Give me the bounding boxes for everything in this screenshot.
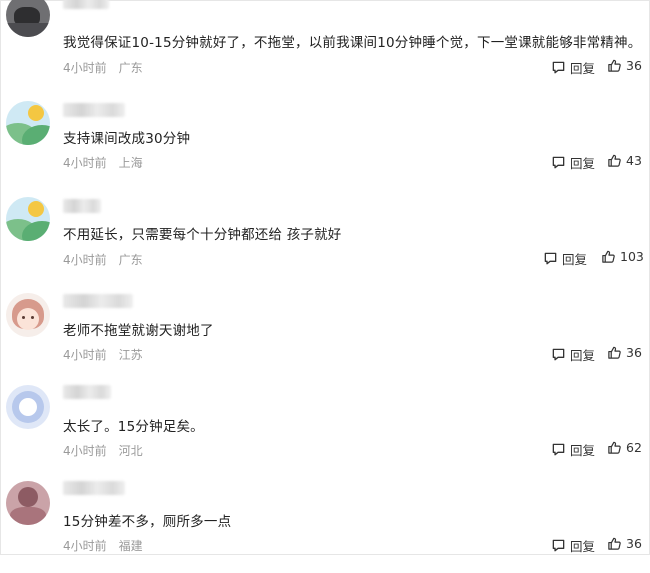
reply-label: 回复 (570, 443, 596, 458)
like-count: 103 (620, 249, 644, 264)
username-blurred[interactable] (63, 199, 101, 213)
comment-location: 江苏 (118, 348, 143, 362)
comment-location: 广东 (118, 253, 143, 267)
comment-time: 4小时前 (63, 61, 107, 75)
comment-text: 15分钟差不多，厕所多一点 (63, 514, 232, 530)
comment-text: 我觉得保证10-15分钟就好了，不拖堂，以前我课间10分钟睡个觉，下一堂课就能够… (63, 35, 642, 51)
comment-text: 不用延长，只需要每个十分钟都还给 孩子就好 (63, 227, 342, 243)
reply-label: 回复 (570, 348, 596, 363)
comment-time: 4小时前 (63, 156, 107, 170)
comment-item: 15分钟差不多，厕所多一点 4小时前 福建 回复 36 (1, 477, 650, 573)
reply-icon (551, 538, 566, 553)
avatar[interactable] (6, 197, 50, 241)
reply-button[interactable]: 回复 (551, 536, 595, 555)
comment-item: 太长了。15分钟足矣。 4小时前 河北 回复 62 (1, 385, 650, 481)
like-button[interactable]: 36 (607, 345, 642, 360)
comment-location: 福建 (118, 539, 143, 553)
reply-button[interactable]: 回复 (551, 440, 595, 459)
reply-label: 回复 (570, 156, 596, 171)
like-count: 36 (626, 536, 642, 551)
comment-time: 4小时前 (63, 253, 107, 267)
comment-text: 太长了。15分钟足矣。 (63, 419, 204, 435)
comment-time: 4小时前 (63, 444, 107, 458)
username-blurred[interactable] (63, 0, 109, 9)
comment-meta: 4小时前 江苏 (63, 346, 143, 363)
comment-location: 广东 (118, 61, 143, 75)
avatar[interactable] (6, 385, 50, 429)
avatar[interactable] (6, 481, 50, 525)
comment-meta: 4小时前 上海 (63, 154, 143, 171)
comment-meta: 4小时前 广东 (63, 251, 143, 268)
avatar[interactable] (6, 0, 50, 37)
thumbs-up-icon (607, 58, 622, 73)
comment-item: 支持课间改成30分钟 4小时前 上海 回复 43 (1, 97, 650, 193)
thumbs-up-icon (607, 440, 622, 455)
avatar[interactable] (6, 101, 50, 145)
like-count: 43 (626, 153, 642, 168)
reply-label: 回复 (570, 539, 596, 554)
like-button[interactable]: 36 (607, 58, 642, 73)
reply-button[interactable]: 回复 (551, 58, 595, 77)
comment-item: 不用延长，只需要每个十分钟都还给 孩子就好 4小时前 广东 回复 103 (1, 193, 650, 289)
like-count: 36 (626, 345, 642, 360)
comment-meta: 4小时前 福建 (63, 537, 143, 554)
like-count: 62 (626, 440, 642, 455)
like-button[interactable]: 36 (607, 536, 642, 551)
username-blurred[interactable] (63, 481, 125, 495)
comment-time: 4小时前 (63, 348, 107, 362)
like-button[interactable]: 43 (607, 153, 642, 168)
reply-label: 回复 (562, 252, 588, 267)
username-blurred[interactable] (63, 103, 125, 117)
comment-item: 我觉得保证10-15分钟就好了，不拖堂，以前我课间10分钟睡个觉，下一堂课就能够… (1, 0, 650, 97)
reply-icon (551, 60, 566, 75)
username-blurred[interactable] (63, 385, 111, 399)
username-blurred[interactable] (63, 294, 133, 308)
comment-location: 上海 (118, 156, 143, 170)
comment-location: 河北 (118, 444, 143, 458)
avatar[interactable] (6, 293, 50, 337)
comment-text: 老师不拖堂就谢天谢地了 (63, 323, 214, 339)
thumbs-up-icon (607, 153, 622, 168)
thumbs-up-icon (607, 536, 622, 551)
reply-icon (551, 442, 566, 457)
comment-meta: 4小时前 广东 (63, 59, 143, 76)
thumbs-up-icon (601, 249, 616, 264)
like-count: 36 (626, 58, 642, 73)
reply-icon (551, 347, 566, 362)
comment-time: 4小时前 (63, 539, 107, 553)
reply-button[interactable]: 回复 (551, 345, 595, 364)
reply-icon (551, 155, 566, 170)
comment-meta: 4小时前 河北 (63, 442, 143, 459)
like-button[interactable]: 62 (607, 440, 642, 455)
thumbs-up-icon (607, 345, 622, 360)
comment-item: 老师不拖堂就谢天谢地了 4小时前 江苏 回复 36 (1, 289, 650, 385)
comment-text: 支持课间改成30分钟 (63, 131, 191, 147)
reply-button[interactable]: 回复 (543, 249, 587, 268)
reply-button[interactable]: 回复 (551, 153, 595, 172)
reply-icon (543, 251, 558, 266)
like-button[interactable]: 103 (601, 249, 644, 264)
reply-label: 回复 (570, 61, 596, 76)
comment-list: 我觉得保证10-15分钟就好了，不拖堂，以前我课间10分钟睡个觉，下一堂课就能够… (0, 0, 650, 555)
